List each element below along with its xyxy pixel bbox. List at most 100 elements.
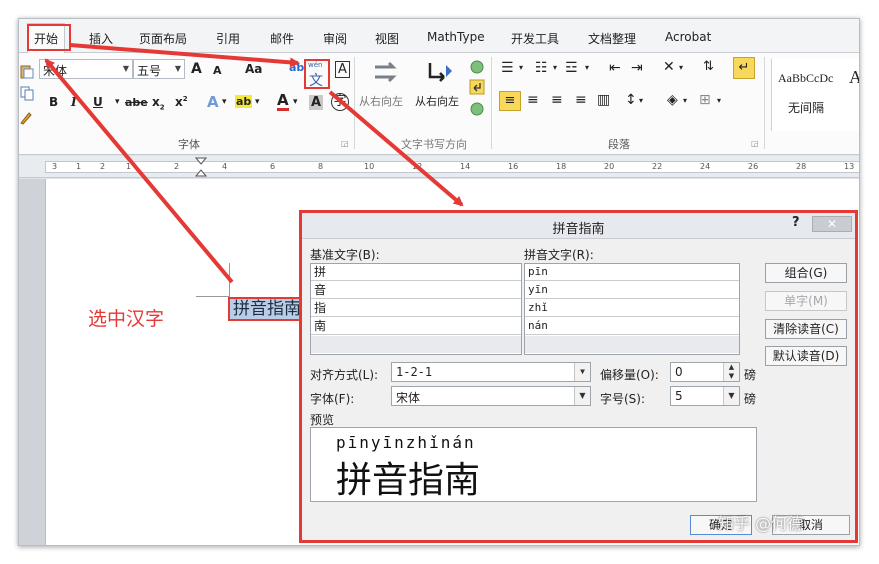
green-circle-icon[interactable] bbox=[469, 101, 485, 117]
enclose-char-button[interactable]: 字 bbox=[331, 93, 349, 111]
tab-developer[interactable]: 开发工具 bbox=[511, 30, 559, 47]
font-name-combo[interactable]: 宋体 ▼ bbox=[39, 59, 133, 79]
bullets-icon[interactable]: ☰ bbox=[501, 60, 514, 76]
base-text-cell[interactable]: 南 bbox=[311, 318, 521, 335]
shrink-font-button[interactable]: A bbox=[213, 64, 222, 77]
close-button[interactable]: ✕ bbox=[812, 216, 852, 232]
align-center-icon[interactable]: ≡ bbox=[527, 92, 539, 108]
base-text-cell[interactable]: 音 bbox=[311, 282, 521, 299]
clear-reading-button[interactable]: 清除读音(C) bbox=[765, 319, 847, 339]
subscript-button[interactable]: x2 bbox=[152, 95, 165, 111]
alignment-select[interactable]: 1-2-1 ▼ bbox=[391, 362, 591, 382]
copy-icon[interactable] bbox=[19, 85, 35, 101]
distributed-icon[interactable]: ▥ bbox=[597, 92, 610, 108]
base-text-list: 拼 音 指 南 bbox=[310, 263, 522, 355]
chevron-down-icon[interactable]: ▾ bbox=[585, 63, 589, 72]
change-case-button[interactable]: Aa bbox=[245, 62, 262, 76]
chinese-layout-icon[interactable]: ✕ bbox=[663, 59, 675, 75]
ruby-text-cell[interactable]: zhǐ bbox=[525, 300, 739, 317]
ruler-tick: 1 bbox=[126, 162, 132, 171]
paste-icon[interactable] bbox=[19, 63, 35, 79]
decrease-indent-icon[interactable]: ⇤ bbox=[609, 60, 621, 76]
ruby-text-cell[interactable]: nán bbox=[525, 318, 739, 335]
preview-label: 预览 bbox=[310, 413, 335, 427]
rtl-label[interactable]: 从右向左 bbox=[359, 93, 403, 109]
italic-button[interactable]: I bbox=[71, 95, 77, 109]
tab-review[interactable]: 审阅 bbox=[323, 30, 347, 47]
base-text-cell[interactable]: 指 bbox=[311, 300, 521, 317]
text-effects-icon[interactable]: A bbox=[207, 93, 219, 111]
offset-spinner[interactable]: 0 ▲ ▼ bbox=[670, 362, 740, 382]
ruby-text-header: 拼音文字(R): bbox=[524, 248, 594, 262]
size-value: 5 bbox=[675, 389, 683, 403]
strikethrough-button[interactable]: abe bbox=[125, 96, 148, 109]
indent-marker-icon[interactable] bbox=[195, 157, 207, 177]
chevron-down-icon[interactable]: ▾ bbox=[639, 96, 643, 105]
char-shading-button[interactable]: A bbox=[309, 95, 324, 110]
green-circle-icon[interactable] bbox=[469, 59, 485, 75]
char-border-button[interactable]: A bbox=[335, 61, 350, 78]
tab-page-layout[interactable]: 页面布局 bbox=[139, 30, 187, 47]
horizontal-ruler[interactable]: 3 1 2 1 2 4 6 8 10 12 14 16 18 20 22 24 … bbox=[19, 156, 859, 178]
grow-font-button[interactable]: A bbox=[191, 61, 202, 77]
multilevel-list-icon[interactable]: ☲ bbox=[565, 60, 578, 76]
phonetic-guide-pinyin: wén bbox=[308, 61, 323, 69]
bold-button[interactable]: B bbox=[49, 95, 58, 109]
clear-format-icon[interactable]: ab bbox=[289, 61, 304, 74]
help-icon[interactable]: ? bbox=[792, 215, 800, 230]
tab-references[interactable]: 引用 bbox=[216, 30, 240, 47]
chevron-down-icon[interactable]: ▾ bbox=[553, 63, 557, 72]
chevron-down-icon[interactable]: ▾ bbox=[255, 97, 260, 107]
offset-label: 偏移量(O): bbox=[600, 368, 659, 382]
tab-mailings[interactable]: 邮件 bbox=[270, 30, 294, 47]
ruby-text-cell[interactable]: pīn bbox=[525, 264, 739, 281]
base-text-cell[interactable]: 拼 bbox=[311, 264, 521, 281]
underline-button[interactable]: U bbox=[93, 95, 103, 109]
chevron-down-icon[interactable]: ▾ bbox=[115, 97, 120, 107]
tab-acrobat[interactable]: Acrobat bbox=[665, 30, 711, 44]
font-dialog-launcher-icon[interactable]: ◲ bbox=[341, 139, 349, 148]
font-select[interactable]: 宋体 ▼ bbox=[391, 386, 591, 406]
selected-text[interactable]: 拼音指南↵ bbox=[228, 297, 310, 321]
borders-icon[interactable]: ⊞ bbox=[699, 92, 711, 108]
mono-button[interactable]: 单字(M) bbox=[765, 291, 847, 311]
group-button[interactable]: 组合(G) bbox=[765, 263, 847, 283]
numbering-icon[interactable]: ☷ bbox=[535, 60, 548, 76]
ruler-bar: 3 1 2 1 2 4 6 8 10 12 14 16 18 20 22 24 … bbox=[45, 161, 859, 173]
chevron-down-icon[interactable]: ▾ bbox=[679, 63, 683, 72]
justify-icon[interactable]: ≡ bbox=[575, 92, 587, 108]
font-size-combo[interactable]: 五号 ▼ bbox=[133, 59, 185, 79]
superscript-button[interactable]: x2 bbox=[175, 95, 188, 109]
line-spacing-icon[interactable]: ↕ bbox=[625, 92, 637, 108]
tab-view[interactable]: 视图 bbox=[375, 30, 399, 47]
tab-insert[interactable]: 插入 bbox=[89, 30, 113, 47]
spinner-arrows-icon[interactable]: ▲ ▼ bbox=[723, 363, 739, 381]
show-marks-icon[interactable]: ↵ bbox=[733, 57, 755, 79]
highlight-color-icon[interactable]: ab bbox=[235, 95, 253, 108]
align-left-icon[interactable]: ≡ bbox=[499, 91, 521, 111]
tab-document-tidy[interactable]: 文档整理 bbox=[588, 30, 636, 47]
rtl-direction-icon[interactable] bbox=[371, 59, 401, 85]
ltr-direction-icon[interactable] bbox=[424, 59, 454, 85]
phonetic-guide-button[interactable]: wén 文 bbox=[307, 61, 327, 89]
chevron-down-icon[interactable]: ▾ bbox=[717, 96, 721, 105]
chevron-down-icon[interactable]: ▾ bbox=[222, 97, 227, 107]
align-right-icon[interactable]: ≡ bbox=[551, 92, 563, 108]
increase-indent-icon[interactable]: ⇥ bbox=[631, 60, 643, 76]
chevron-down-icon[interactable]: ▾ bbox=[683, 96, 687, 105]
enter-arrow-icon[interactable] bbox=[469, 79, 485, 95]
shading-icon[interactable]: ◈ bbox=[667, 92, 678, 108]
paragraph-dialog-launcher-icon[interactable]: ◲ bbox=[751, 139, 759, 148]
ruby-text-cell[interactable]: yīn bbox=[525, 282, 739, 299]
tab-mathtype[interactable]: MathType bbox=[427, 30, 485, 44]
chevron-down-icon[interactable]: ▾ bbox=[519, 63, 523, 72]
size-select[interactable]: 5 ▼ bbox=[670, 386, 740, 406]
style-gallery-item[interactable]: AaBbCcDc 无间隔 bbox=[771, 59, 859, 131]
sort-icon[interactable]: ⇅ bbox=[703, 59, 714, 74]
default-reading-button[interactable]: 默认读音(D) bbox=[765, 346, 847, 366]
format-painter-icon[interactable] bbox=[19, 109, 35, 125]
font-color-icon[interactable]: A bbox=[277, 93, 289, 111]
ltr-label[interactable]: 从右向左 bbox=[415, 93, 459, 109]
chevron-down-icon[interactable]: ▾ bbox=[293, 97, 298, 107]
style-overflow-sample[interactable]: A bbox=[849, 67, 859, 88]
